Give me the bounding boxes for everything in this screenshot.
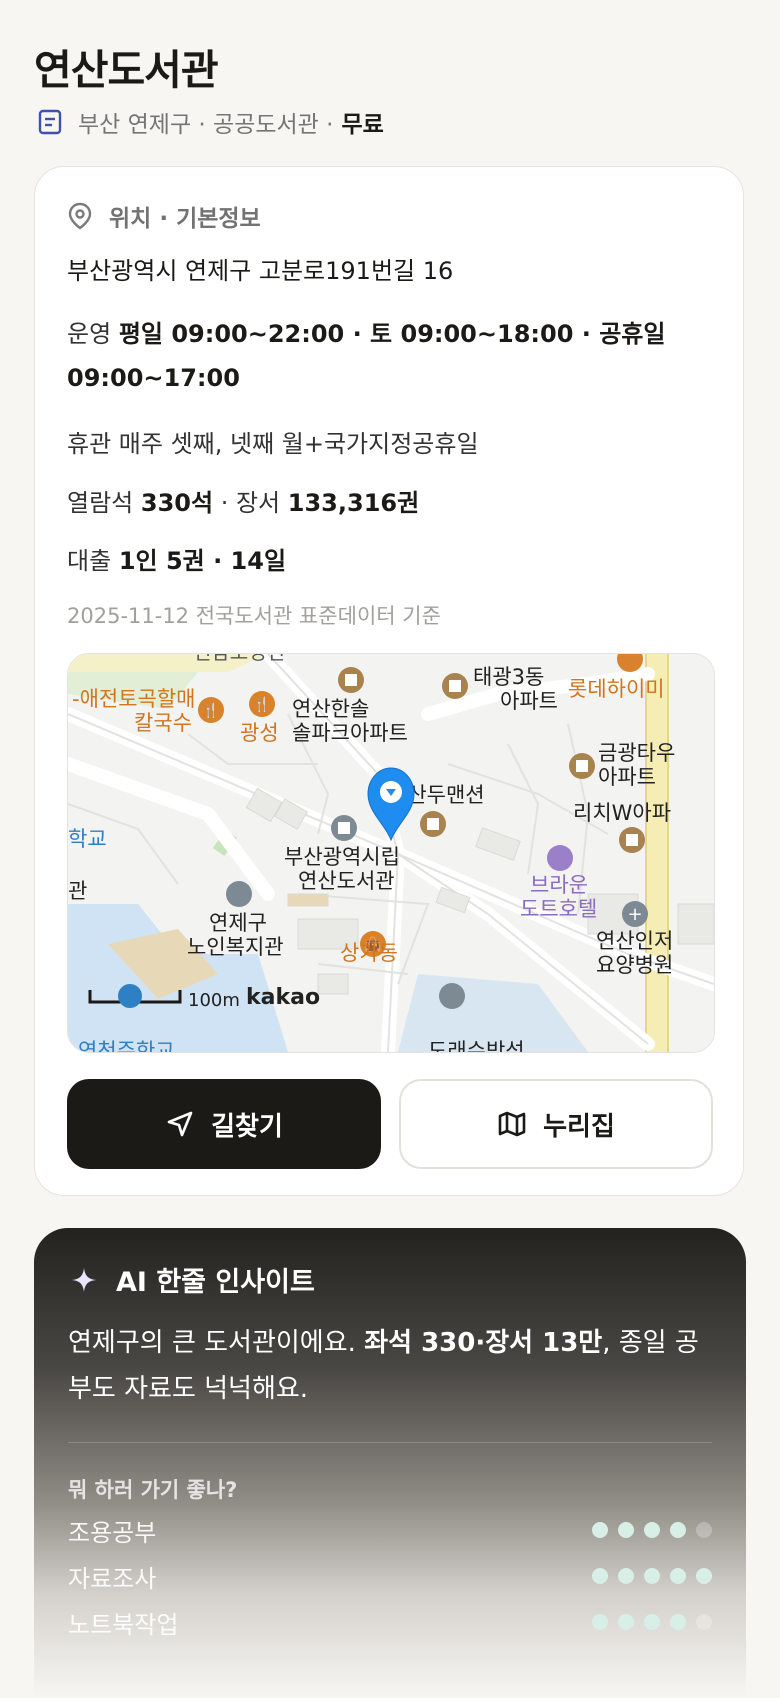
ai-divider bbox=[68, 1442, 712, 1443]
rating-dot-filled bbox=[592, 1522, 608, 1538]
rating-dots bbox=[592, 1522, 712, 1538]
directions-button[interactable]: 길찾기 bbox=[67, 1079, 381, 1169]
ai-insight-header: AI 한줄 인사이트 bbox=[70, 1260, 315, 1299]
ai-insight-card: AI 한줄 인사이트 연제구의 큰 도서관이에요. 좌석 330·장서 13만,… bbox=[34, 1228, 746, 1698]
map-label-geumgwang: 금광타우 bbox=[598, 741, 675, 765]
map-label-hansol: 연산한솔 bbox=[292, 697, 369, 721]
hours-value: 평일 09:00~22:00 · 토 09:00~18:00 · 공휴일 09:… bbox=[67, 320, 666, 392]
seats-label: 열람석 bbox=[67, 489, 134, 517]
map-label-library2: 연산도서관 bbox=[298, 869, 395, 893]
rating-dot-filled bbox=[644, 1614, 660, 1630]
homepage-label: 누리집 bbox=[543, 1111, 615, 1142]
map-label-hospital1: 연산인저 bbox=[596, 929, 673, 953]
loan-label: 대출 bbox=[67, 547, 112, 575]
map-label-taegwang: 태광3동 bbox=[473, 665, 544, 689]
map-label-top: 전남도경전 bbox=[193, 654, 285, 664]
svg-text:+: + bbox=[627, 904, 642, 925]
ai-text-a: 연제구의 큰 도서관이에요. bbox=[68, 1328, 365, 1358]
rating-dot-filled bbox=[618, 1522, 634, 1538]
library-meta: 부산 연제구 · 공공도서관 · 무료 bbox=[36, 104, 384, 140]
rating-label: 자료조사 bbox=[68, 1564, 157, 1593]
rating-dot-filled bbox=[592, 1568, 608, 1584]
bus-poi-icon bbox=[439, 983, 465, 1009]
map-label-library1: 부산광역시립 bbox=[284, 845, 400, 869]
library-detail-page: 연산도서관 부산 연제구 · 공공도서관 · 무료 위치 · 기본정보 부산광역… bbox=[0, 0, 780, 1698]
ai-text-highlight: 좌석 330·장서 13만 bbox=[364, 1328, 603, 1358]
sparkle-icon bbox=[72, 1267, 96, 1292]
map-label-bottom-right: 도래수박석 bbox=[428, 1039, 525, 1052]
directions-label: 길찾기 bbox=[211, 1111, 283, 1142]
map-label-brown2: 도트호텔 bbox=[520, 897, 597, 921]
rating-dot-empty bbox=[696, 1614, 712, 1630]
map-label-lotte: 롯데하이미 bbox=[568, 677, 665, 701]
map-label-brown1: 브라운 bbox=[530, 873, 588, 897]
closed-days: 휴관 매주 셋째, 넷째 월+국가지정공휴일 bbox=[67, 430, 479, 458]
map-label-geumgwang-apt: 아파트 bbox=[598, 765, 656, 789]
info-card: 위치 · 기본정보 부산광역시 연제구 고분로191번길 16 운영 평일 09… bbox=[34, 166, 744, 1196]
loan-policy: 대출 1인 5권 · 14일 bbox=[67, 539, 286, 583]
hotel-poi-icon bbox=[547, 845, 573, 871]
rating-dot-filled bbox=[644, 1568, 660, 1584]
rating-row: 조용공부 bbox=[68, 1510, 712, 1550]
map-label-taegwang-apt: 아파트 bbox=[500, 689, 558, 713]
rating-dot-filled bbox=[592, 1614, 608, 1630]
rating-dot-filled bbox=[644, 1522, 660, 1538]
library-meta-text: 부산 연제구 · 공공도서관 · bbox=[78, 112, 334, 138]
ai-insight-text: 연제구의 큰 도서관이에요. 좌석 330·장서 13만, 종일 공부도 자료도… bbox=[68, 1320, 708, 1412]
map-label-sangga: 상가동 bbox=[340, 941, 398, 965]
address: 부산광역시 연제구 고분로191번길 16 bbox=[67, 257, 454, 285]
navigation-arrow-icon bbox=[167, 1111, 193, 1137]
rating-dot-empty bbox=[696, 1522, 712, 1538]
rating-label: 조용공부 bbox=[68, 1518, 157, 1547]
rating-label: 노트북작업 bbox=[68, 1610, 179, 1639]
map-label-restaurant: -애전토곡할매 bbox=[72, 687, 196, 711]
books-value: 133,316권 bbox=[287, 489, 420, 517]
map-icon bbox=[498, 1111, 526, 1137]
map-label-hospital2: 요양병원 bbox=[596, 953, 673, 977]
rating-dot-filled bbox=[696, 1568, 712, 1584]
map-label-senior2: 노인복지관 bbox=[187, 935, 284, 959]
map-label-bottom-left: 연천주한교 bbox=[78, 1039, 175, 1052]
rating-dot-filled bbox=[670, 1568, 686, 1584]
rating-dots bbox=[592, 1568, 712, 1584]
location-pin-icon bbox=[68, 202, 92, 230]
data-basis-note: 2025-11-12 전국도서관 표준데이터 기준 bbox=[67, 604, 441, 628]
map-label-hall: 관 bbox=[68, 879, 87, 903]
map-label-school: 학교 bbox=[68, 827, 107, 851]
hours-label: 운영 bbox=[67, 320, 112, 348]
map-label-hansol-apt: 솔파크아파트 bbox=[292, 721, 408, 745]
map-scale-label: 100m bbox=[188, 990, 240, 1011]
ai-insight-title: AI 한줄 인사이트 bbox=[116, 1267, 315, 1298]
map-brand-label: kakao bbox=[246, 985, 320, 1010]
page-title: 연산도서관 bbox=[34, 46, 219, 94]
rating-row: 노트북작업 bbox=[68, 1602, 712, 1642]
rating-dot-filled bbox=[670, 1614, 686, 1630]
fee-label: 무료 bbox=[341, 112, 384, 138]
rating-dot-filled bbox=[618, 1568, 634, 1584]
location-map[interactable]: 전남도경전 🍴 🍴 👜 -애전토곡할매 칼국수 광성 롯데하이미 상가동 bbox=[67, 653, 715, 1053]
capacity: 열람석 330석 · 장서 133,316권 bbox=[67, 481, 419, 525]
homepage-button[interactable]: 누리집 bbox=[399, 1079, 713, 1169]
loan-value: 1인 5권 · 14일 bbox=[118, 547, 287, 575]
map-label-gwangseong: 광성 bbox=[240, 721, 279, 745]
rating-dot-filled bbox=[618, 1614, 634, 1630]
map-label-richi: 리치W아파 bbox=[573, 801, 671, 825]
seats-value: 330석 bbox=[140, 489, 214, 517]
ai-question: 뭐 하러 가기 좋나? bbox=[68, 1478, 238, 1502]
opening-hours: 운영 평일 09:00~22:00 · 토 09:00~18:00 · 공휴일 … bbox=[67, 312, 707, 400]
rating-row: 자료조사 bbox=[68, 1556, 712, 1596]
map-label-kalguksu: 칼국수 bbox=[134, 711, 192, 735]
senior-center-poi-icon bbox=[226, 881, 252, 907]
svg-text:🍴: 🍴 bbox=[202, 702, 219, 719]
books-label: · 장서 bbox=[220, 489, 281, 517]
map-label-senior1: 연제구 bbox=[209, 911, 267, 935]
info-section-title: 위치 · 기본정보 bbox=[109, 206, 261, 232]
svg-text:🍴: 🍴 bbox=[253, 696, 270, 713]
document-icon bbox=[38, 109, 62, 135]
rating-dots bbox=[592, 1614, 712, 1630]
info-section-header: 위치 · 기본정보 bbox=[67, 199, 261, 233]
rating-dot-filled bbox=[670, 1522, 686, 1538]
